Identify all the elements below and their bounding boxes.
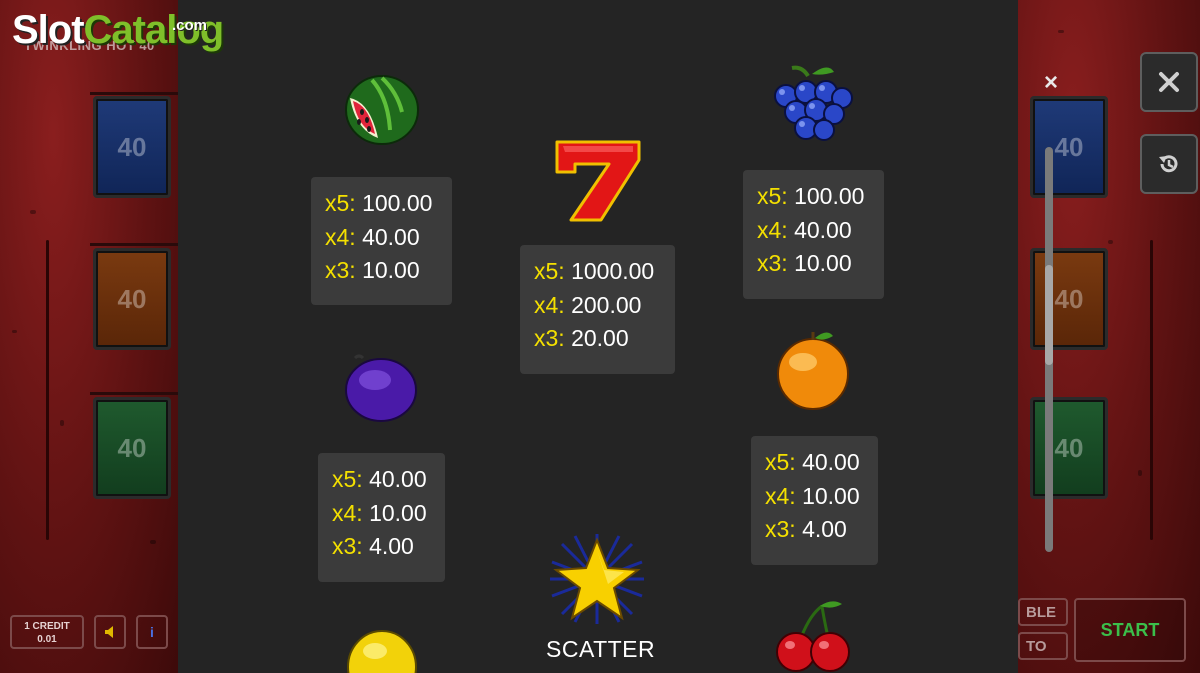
lemon-icon [347,630,417,673]
credit-label: 1 CREDIT [24,621,70,632]
gamble-label: BLE [1026,603,1056,621]
start-label: START [1100,619,1160,640]
right-lines-indicator-orange: 40 [1030,248,1108,350]
seven-icon [555,140,641,222]
scatter-label: SCATTER [546,636,656,662]
pay-row: x3: 10.00 [325,257,420,283]
right-lines-indicator-blue: 40 [1030,96,1108,198]
frame-divider [90,92,178,95]
pay-row: x3: 4.00 [765,516,847,542]
lines-indicator-green: 40 [93,397,171,499]
side-rail [1150,240,1153,540]
seven-paytable: x5: 1000.00 x4: 200.00 x3: 20.00 [520,245,675,374]
orange-icon [777,332,849,410]
history-button[interactable] [1140,134,1198,194]
pay-row: x3: 10.00 [757,250,852,276]
watermelon-paytable: x5: 100.00 x4: 40.00 x3: 10.00 [311,177,452,305]
pay-row: x4: 200.00 [534,291,642,318]
auto-label: TO [1026,637,1047,655]
side-rail [46,240,49,540]
info-button[interactable]: i [136,615,168,649]
info-icon: i [150,624,154,640]
pay-row: x5: 100.00 [325,190,433,216]
sound-button[interactable] [94,615,126,649]
paytable-close-button[interactable]: × [1040,71,1062,95]
cherries-icon [776,601,850,672]
pay-row: x5: 40.00 [332,466,427,492]
pay-row: x5: 1000.00 [534,258,655,284]
lines-indicator-blue: 40 [93,96,171,198]
credit-display[interactable]: 1 CREDIT 0.01 [10,615,84,649]
pay-row: x3: 4.00 [332,533,414,559]
frame-divider [90,243,178,246]
pay-row: x5: 40.00 [765,449,860,475]
plum-paytable: x5: 40.00 x4: 10.00 x3: 4.00 [318,453,445,582]
lines-indicator-orange: 40 [93,248,171,350]
gamble-button[interactable]: BLE [1018,598,1068,626]
pay-row: x3: 20.00 [534,325,629,351]
scatter-star-icon [550,534,644,624]
grapes-icon [774,65,853,141]
close-icon [1159,72,1179,92]
slotcatalog-logo: SlotCatalog .com [12,8,224,52]
pay-row: x4: 40.00 [325,223,420,250]
orange-paytable: x5: 40.00 x4: 10.00 x3: 4.00 [751,436,878,565]
watermelon-icon [345,75,419,145]
paytable-scroll-thumb[interactable] [1045,265,1053,365]
auto-button[interactable]: TO [1018,632,1068,660]
right-lines-indicator-green: 40 [1030,397,1108,499]
pay-row: x4: 10.00 [332,499,427,526]
exit-button[interactable] [1140,52,1198,112]
pay-row: x4: 40.00 [757,216,852,243]
grapes-paytable: x5: 100.00 x4: 40.00 x3: 10.00 [743,170,884,299]
start-button[interactable]: START [1074,598,1186,662]
credit-value: 0.01 [37,634,57,645]
pay-row: x5: 100.00 [757,183,865,209]
frame-divider [90,392,178,395]
history-icon [1159,155,1178,173]
pay-row: x4: 10.00 [765,482,860,509]
plum-icon [345,354,417,422]
speaker-icon [105,626,113,638]
